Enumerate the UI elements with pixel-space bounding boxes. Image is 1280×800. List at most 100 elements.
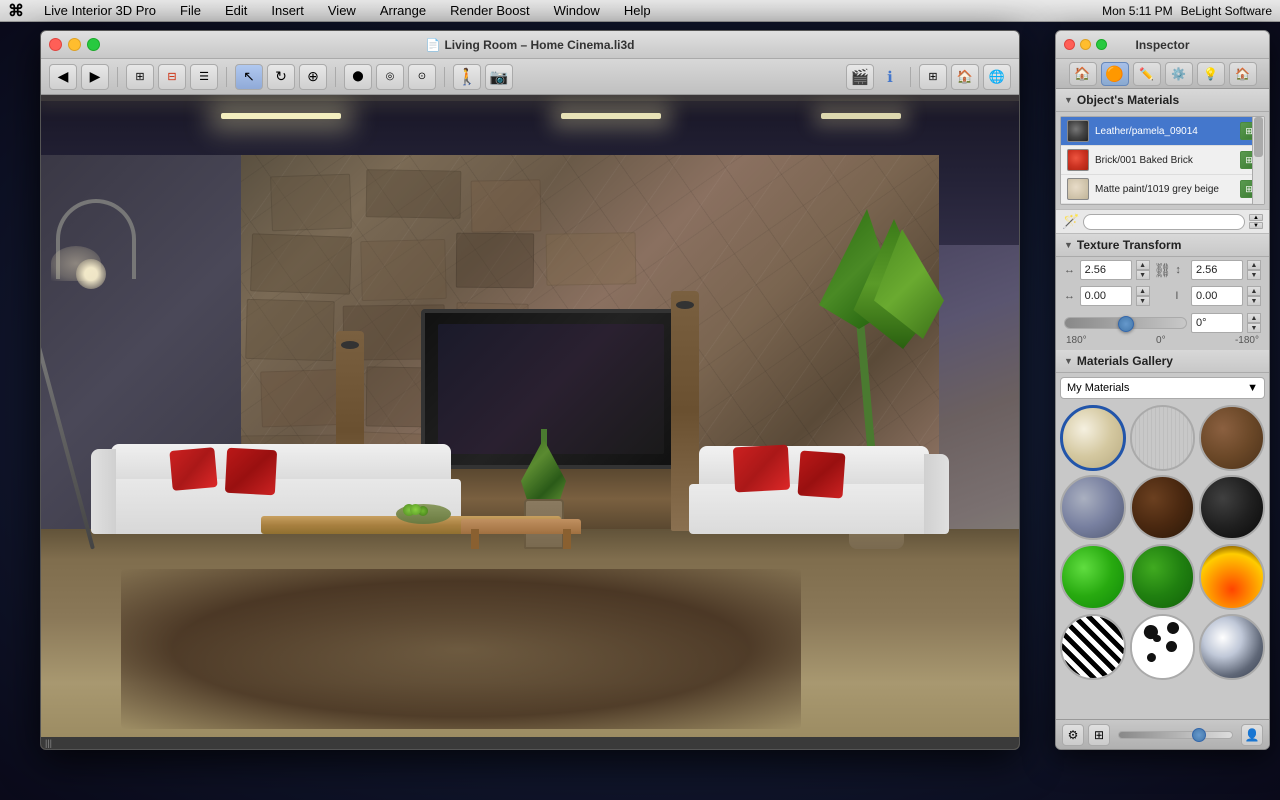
info-button[interactable]: ℹ <box>878 64 902 90</box>
menu-file[interactable]: File <box>176 3 205 18</box>
render-button[interactable]: 🎬 <box>846 64 874 90</box>
gallery-item-wood-light[interactable] <box>1130 405 1196 471</box>
scale-h-up[interactable]: ▲ <box>1136 260 1150 270</box>
gallery-item-cream[interactable] <box>1060 405 1126 471</box>
cube-tool[interactable]: ⊙ <box>408 64 436 90</box>
rotation-track[interactable] <box>1064 317 1187 329</box>
spot-3 <box>1146 652 1157 663</box>
rotation-down[interactable]: ▼ <box>1247 323 1261 333</box>
menubar-right: Mon 5:11 PM BeLight Software <box>1102 4 1272 18</box>
gallery-item-black[interactable] <box>1199 475 1265 541</box>
scale-v-down[interactable]: ▼ <box>1247 270 1261 280</box>
scale-h-input[interactable] <box>1080 260 1132 280</box>
tab-home[interactable]: 🏠 <box>1069 62 1097 86</box>
floor-plan-button[interactable]: ⊞ <box>126 64 154 90</box>
separator-4 <box>444 67 445 87</box>
insp-minimize-button[interactable] <box>1080 39 1091 50</box>
camera-tool[interactable]: 📷 <box>485 64 513 90</box>
rotation-thumb[interactable] <box>1118 316 1134 332</box>
exterior-view-button[interactable]: 🌐 <box>983 64 1011 90</box>
maximize-button[interactable] <box>87 38 100 51</box>
scale-h-down[interactable]: ▼ <box>1136 270 1150 280</box>
gallery-item-wood-dark[interactable] <box>1199 405 1265 471</box>
offset-v-input[interactable] <box>1191 286 1243 306</box>
minimize-button[interactable] <box>68 38 81 51</box>
sphere-tool[interactable]: ⬤ <box>344 64 372 90</box>
room-view-button[interactable]: ⊞ <box>919 64 947 90</box>
bottom-person-button[interactable]: 👤 <box>1241 724 1263 746</box>
rotation-up[interactable]: ▲ <box>1247 313 1261 323</box>
insp-close-button[interactable] <box>1064 39 1075 50</box>
material-item-paint[interactable]: Matte paint/1019 grey beige ⊞ <box>1061 175 1264 204</box>
move-tool[interactable]: ⊕ <box>299 64 327 90</box>
3d-view-button[interactable]: ⊟ <box>158 64 186 90</box>
stone-2 <box>366 169 462 219</box>
material-item-leather[interactable]: Leather/pamela_09014 ⊞ <box>1061 117 1264 146</box>
menu-arrange[interactable]: Arrange <box>376 3 430 18</box>
tab-material[interactable]: ✏️ <box>1133 62 1161 86</box>
home-view-button[interactable]: 🏠 <box>951 64 979 90</box>
gallery-dropdown[interactable]: My Materials ▼ <box>1060 377 1265 399</box>
link-icon[interactable]: ⛓ <box>1154 262 1172 279</box>
down-stepper[interactable]: ▼ <box>1249 222 1263 229</box>
scale-v-input[interactable] <box>1191 260 1243 280</box>
rotate-tool[interactable]: ↻ <box>267 64 295 90</box>
back-button[interactable]: ◀ <box>49 64 77 90</box>
gallery-item-dalmation[interactable] <box>1130 614 1196 680</box>
menu-app[interactable]: Live Interior 3D Pro <box>40 3 160 18</box>
select-tool[interactable]: ↖ <box>235 64 263 90</box>
tab-settings[interactable]: ⚙️ <box>1165 62 1193 86</box>
forward-button[interactable]: ▶ <box>81 64 109 90</box>
offset-h-up[interactable]: ▲ <box>1136 286 1150 296</box>
menu-insert[interactable]: Insert <box>267 3 308 18</box>
up-stepper[interactable]: ▲ <box>1249 214 1263 221</box>
inspector-title: Inspector <box>1135 38 1189 52</box>
gallery-item-metal-light[interactable] <box>1060 475 1126 541</box>
menu-render[interactable]: Render Boost <box>446 3 534 18</box>
main-titlebar: 📄 Living Room – Home Cinema.li3d <box>41 31 1019 59</box>
walk-tool[interactable]: 🚶 <box>453 64 481 90</box>
gallery-item-brown-dark[interactable] <box>1130 475 1196 541</box>
gallery-item-fire[interactable] <box>1199 544 1265 610</box>
materials-scrollbar[interactable] <box>1252 117 1264 204</box>
material-item-brick[interactable]: Brick/001 Baked Brick ⊞ <box>1061 146 1264 175</box>
viewport[interactable]: ||| <box>41 95 1019 749</box>
list-view-button[interactable]: ☰ <box>190 64 218 90</box>
apple-menu[interactable]: ⌘ <box>8 1 24 21</box>
stone-8 <box>245 299 335 361</box>
wand-icon[interactable]: 🪄 <box>1062 213 1079 230</box>
close-button[interactable] <box>49 38 62 51</box>
search-bar[interactable] <box>1083 214 1245 230</box>
bottom-slider[interactable] <box>1118 731 1233 739</box>
menu-help[interactable]: Help <box>620 3 655 18</box>
chair-armrest-r <box>924 454 949 534</box>
tab-object[interactable]: 🟠 <box>1101 62 1129 86</box>
offset-v-down[interactable]: ▼ <box>1247 296 1261 306</box>
bottom-slider-thumb <box>1192 728 1206 742</box>
stone-4 <box>250 233 352 294</box>
material-thumb-paint <box>1067 178 1089 200</box>
gallery-item-green-dark[interactable] <box>1130 544 1196 610</box>
menu-window[interactable]: Window <box>550 3 604 18</box>
offset-h-input[interactable] <box>1080 286 1132 306</box>
tab-render[interactable]: 🏠 <box>1229 62 1257 86</box>
viewport-scrollbar[interactable]: ||| <box>41 737 1019 749</box>
bottom-settings-button[interactable]: ⚙ <box>1062 724 1084 746</box>
pillow-red-2 <box>225 448 277 496</box>
insp-maximize-button[interactable] <box>1096 39 1107 50</box>
scale-v-up[interactable]: ▲ <box>1247 260 1261 270</box>
separator-5 <box>910 67 911 87</box>
tab-light[interactable]: 💡 <box>1197 62 1225 86</box>
menu-edit[interactable]: Edit <box>221 3 251 18</box>
cylinder-tool[interactable]: ◎ <box>376 64 404 90</box>
gallery-item-green-bright[interactable] <box>1060 544 1126 610</box>
label-max-angle: -180° <box>1235 335 1259 346</box>
gallery-item-chrome[interactable] <box>1199 614 1265 680</box>
offset-v-up[interactable]: ▲ <box>1247 286 1261 296</box>
gallery-item-zebra[interactable] <box>1060 614 1126 680</box>
inspector-tabs: 🏠 🟠 ✏️ ⚙️ 💡 🏠 <box>1056 59 1269 89</box>
menu-view[interactable]: View <box>324 3 360 18</box>
bottom-grid-button[interactable]: ⊞ <box>1088 724 1110 746</box>
rotation-input[interactable] <box>1191 313 1243 333</box>
offset-h-down[interactable]: ▼ <box>1136 296 1150 306</box>
